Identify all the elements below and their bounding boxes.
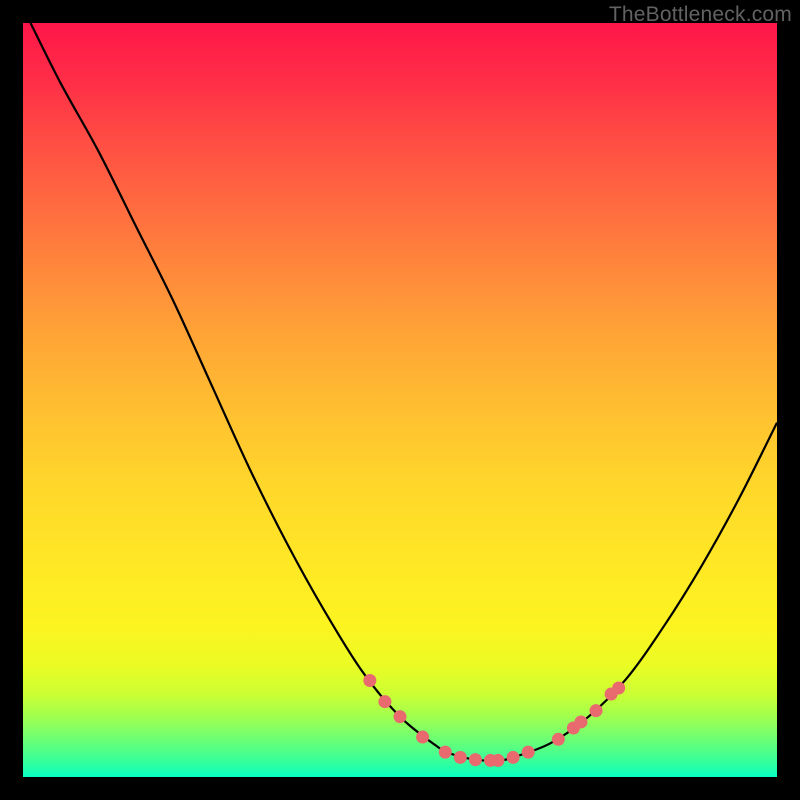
data-marker <box>567 721 580 734</box>
data-marker <box>492 754 505 767</box>
data-marker <box>522 746 535 759</box>
data-marker <box>394 710 407 723</box>
data-marker <box>363 674 376 687</box>
data-marker <box>469 753 482 766</box>
curve-line <box>31 23 777 761</box>
chart-area <box>23 23 777 777</box>
data-marker <box>612 682 625 695</box>
data-marker <box>378 695 391 708</box>
data-marker <box>484 754 497 767</box>
data-marker <box>416 731 429 744</box>
data-marker <box>439 746 452 759</box>
data-marker <box>605 688 618 701</box>
watermark: TheBottleneck.com <box>609 3 792 27</box>
data-marker <box>574 715 587 728</box>
data-marker <box>552 733 565 746</box>
data-marker <box>507 751 520 764</box>
data-markers <box>363 674 625 767</box>
chart-svg <box>23 23 777 777</box>
data-marker <box>590 704 603 717</box>
data-marker <box>454 751 467 764</box>
